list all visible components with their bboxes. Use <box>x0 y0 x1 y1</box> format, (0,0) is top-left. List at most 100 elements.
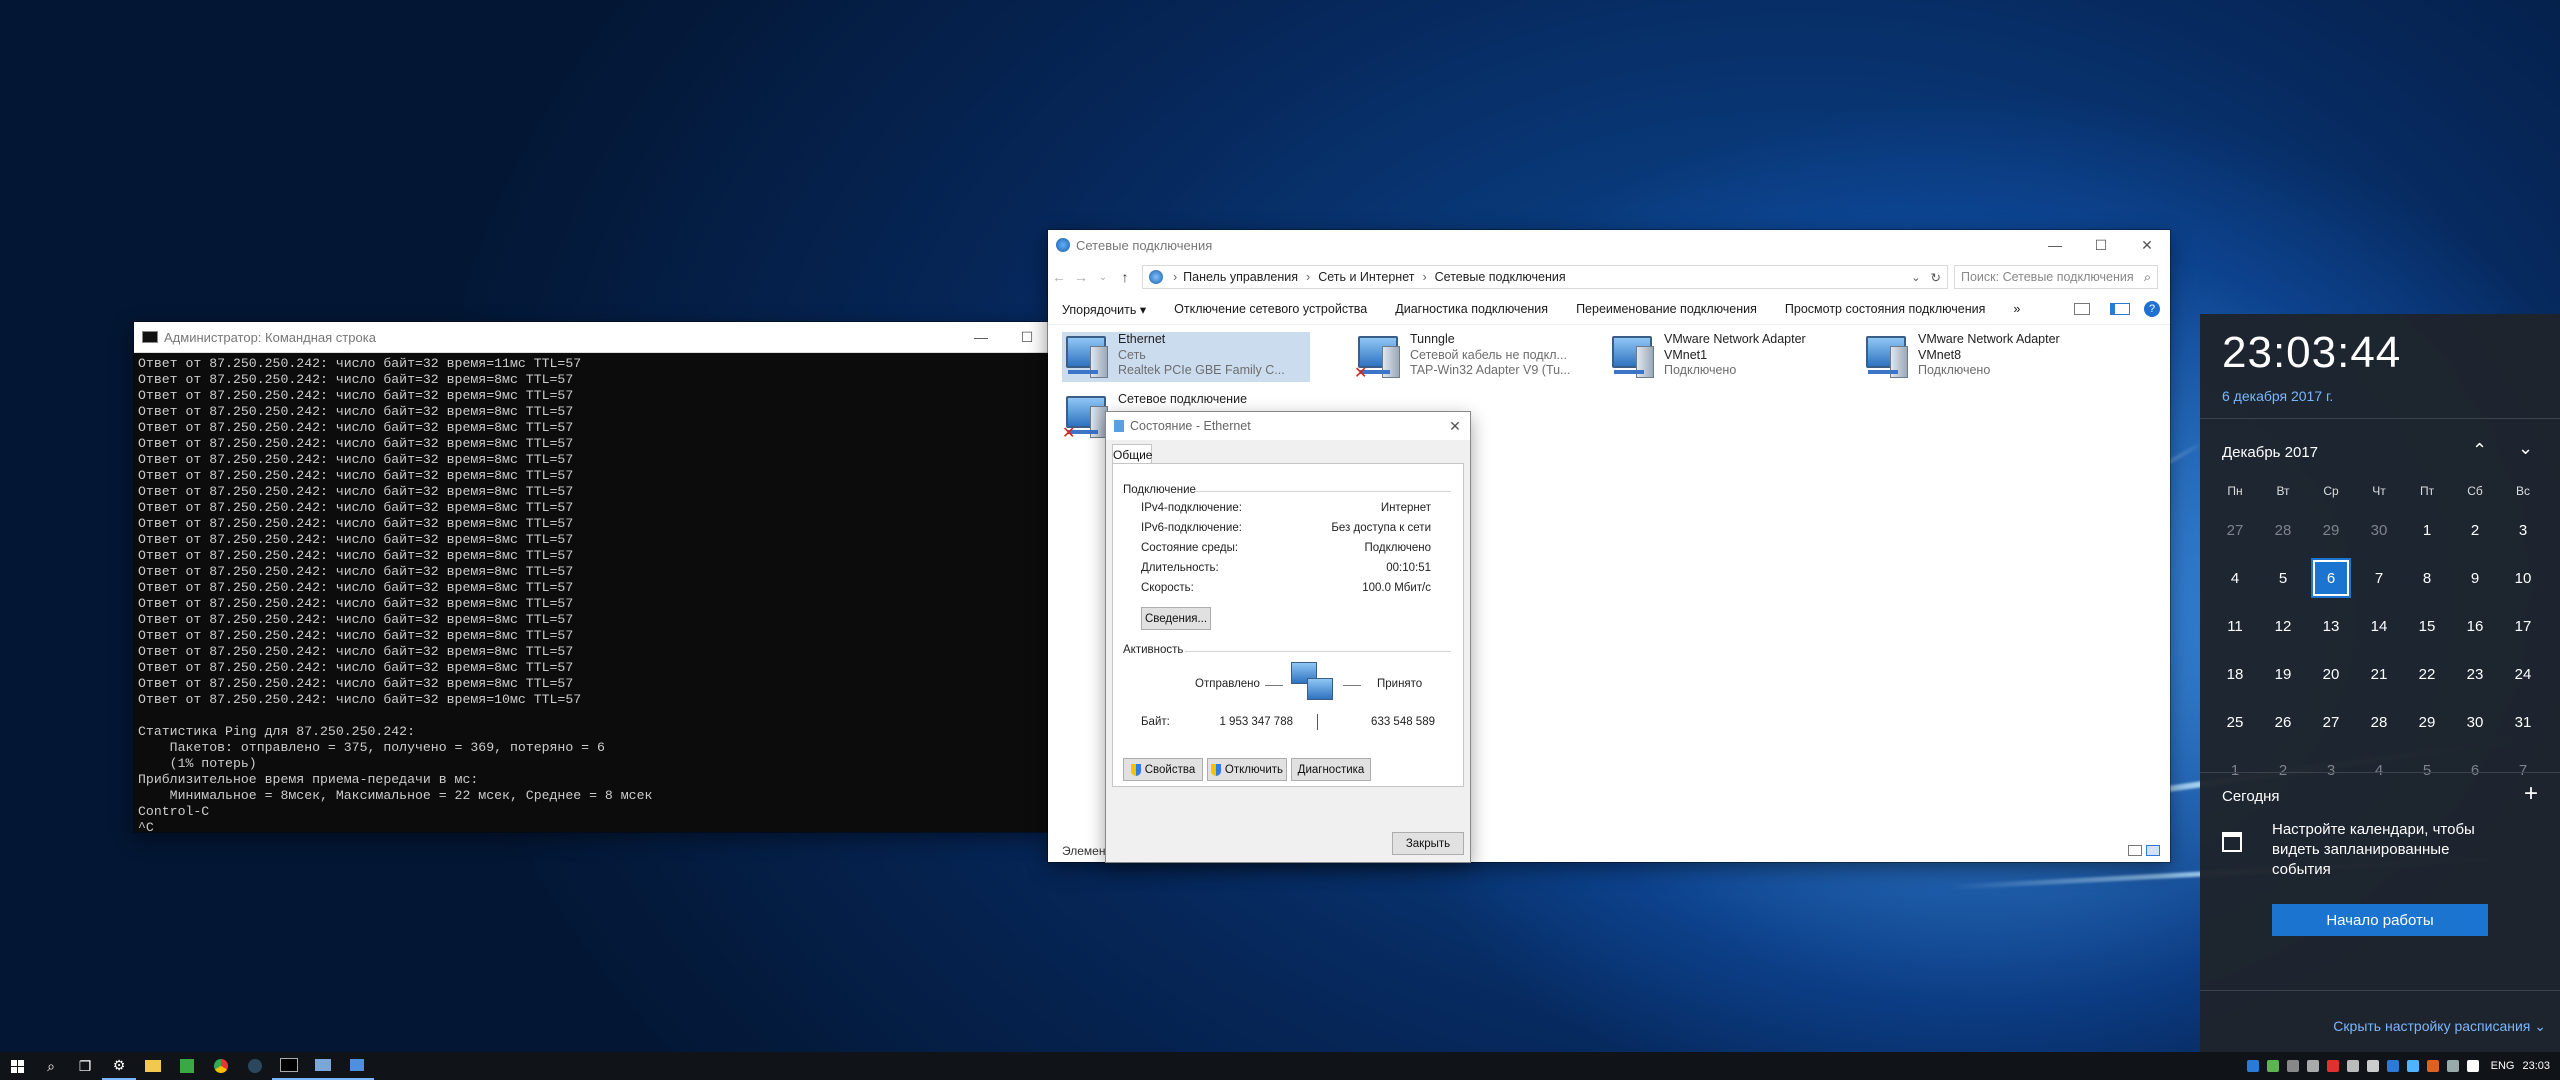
network-tray-icon[interactable] <box>2366 1060 2379 1072</box>
calendar-day[interactable]: 30 <box>2359 510 2399 550</box>
bluetooth-icon[interactable] <box>2406 1060 2419 1072</box>
calendar-day[interactable]: 3 <box>2311 750 2351 790</box>
adapter-vmnet1[interactable]: VMware Network Adapter VMnet1 Подключено <box>1608 332 1858 382</box>
calendar-day[interactable]: 9 <box>2455 558 2495 598</box>
details-view-icon[interactable] <box>2128 845 2142 856</box>
settings-gear-icon[interactable]: ⚙ <box>102 1052 136 1080</box>
app-green-icon[interactable] <box>170 1052 204 1080</box>
preview-pane-icon[interactable] <box>2110 303 2130 315</box>
calendar-day[interactable]: 4 <box>2359 750 2399 790</box>
calendar-day[interactable]: 28 <box>2263 510 2303 550</box>
previous-month-chevron-icon[interactable]: ⌃ <box>2472 440 2487 461</box>
calendar-day[interactable]: 27 <box>2311 702 2351 742</box>
breadcrumb-item[interactable]: Сеть и Интернет <box>1318 270 1414 284</box>
language-indicator[interactable]: ENG <box>2491 1060 2515 1072</box>
network-status-taskbar-icon[interactable] <box>340 1052 374 1080</box>
calendar-day[interactable]: 8 <box>2407 558 2447 598</box>
calendar-day[interactable]: 5 <box>2263 558 2303 598</box>
file-explorer-icon[interactable] <box>136 1052 170 1080</box>
calendar-day[interactable]: 2 <box>2263 750 2303 790</box>
details-button[interactable]: Сведения... <box>1141 607 1211 630</box>
tray-app-icon[interactable] <box>2446 1060 2459 1072</box>
tray-app-icon[interactable] <box>2246 1060 2259 1072</box>
breadcrumb-item[interactable]: Сетевые подключения <box>1435 270 1912 284</box>
view-status-button[interactable]: Просмотр состояния подключения <box>1771 302 1999 316</box>
calendar-day[interactable]: 4 <box>2215 558 2255 598</box>
explorer-titlebar[interactable]: Сетевые подключения — ☐ ✕ <box>1048 230 2170 260</box>
volume-icon[interactable] <box>2306 1060 2319 1072</box>
minimize-button[interactable]: — <box>958 322 1004 352</box>
steam-icon[interactable] <box>238 1052 272 1080</box>
diagnose-connection-button[interactable]: Диагностика подключения <box>1381 302 1562 316</box>
close-button[interactable]: ✕ <box>1440 411 1470 441</box>
calendar-day[interactable]: 17 <box>2503 606 2543 646</box>
more-commands-button[interactable]: » <box>1999 302 2034 316</box>
chrome-icon[interactable] <box>204 1052 238 1080</box>
search-input[interactable]: Поиск: Сетевые подключения ⌕ <box>1954 265 2158 289</box>
minimize-button[interactable]: — <box>2032 230 2078 260</box>
calendar-day[interactable]: 6 <box>2311 558 2351 598</box>
clock-date[interactable]: 6 декабря 2017 г. <box>2222 388 2333 404</box>
calendar-day[interactable]: 29 <box>2407 702 2447 742</box>
calendar-day[interactable]: 28 <box>2359 702 2399 742</box>
search-icon[interactable]: ⌕ <box>34 1052 68 1080</box>
disable-device-button[interactable]: Отключение сетевого устройства <box>1160 302 1381 316</box>
tray-app-icon[interactable] <box>2286 1060 2299 1072</box>
ethernet-status-dialog[interactable]: Состояние - Ethernet ✕ Общие Подключение… <box>1106 412 1470 862</box>
calendar-day[interactable]: 25 <box>2215 702 2255 742</box>
recent-chevron-icon[interactable]: ⌄ <box>1092 272 1114 283</box>
tray-app-icon[interactable] <box>2326 1060 2339 1072</box>
calendar-day[interactable]: 12 <box>2263 606 2303 646</box>
calendar-month-label[interactable]: Декабрь 2017 <box>2222 444 2318 461</box>
organize-button[interactable]: Упорядочить ▾ <box>1048 302 1160 317</box>
calendar-day[interactable]: 21 <box>2359 654 2399 694</box>
address-bar[interactable]: › Панель управления › Сеть и Интернет › … <box>1142 265 1948 289</box>
get-started-button[interactable]: Начало работы <box>2272 904 2488 936</box>
calendar-day[interactable]: 2 <box>2455 510 2495 550</box>
cmd-console-output[interactable]: Ответ от 87.250.250.242: число байт=32 в… <box>134 353 1050 832</box>
calendar-day[interactable]: 29 <box>2311 510 2351 550</box>
network-connections-taskbar-icon[interactable] <box>306 1052 340 1080</box>
disable-button[interactable]: Отключить <box>1207 758 1287 781</box>
calendar-day[interactable]: 27 <box>2215 510 2255 550</box>
forward-arrow-icon[interactable]: → <box>1070 269 1092 285</box>
calendar-day[interactable]: 19 <box>2263 654 2303 694</box>
rename-connection-button[interactable]: Переименование подключения <box>1562 302 1771 316</box>
calendar-day[interactable]: 16 <box>2455 606 2495 646</box>
command-prompt-icon[interactable] <box>272 1052 306 1080</box>
breadcrumb-item[interactable]: Панель управления <box>1183 270 1298 284</box>
adapter-vmnet8[interactable]: VMware Network Adapter VMnet8 Подключено <box>1862 332 2112 382</box>
tab-general[interactable]: Общие <box>1112 444 1152 465</box>
large-icons-view-icon[interactable] <box>2146 845 2160 856</box>
cmd-window[interactable]: Администратор: Командная строка — ☐ Отве… <box>134 322 1050 832</box>
tray-app-icon[interactable] <box>2426 1060 2439 1072</box>
adapter-ethernet[interactable]: Ethernet Сеть Realtek PCIe GBE Family C... <box>1062 332 1310 382</box>
close-dialog-button[interactable]: Закрыть <box>1392 832 1464 855</box>
calendar-day[interactable]: 14 <box>2359 606 2399 646</box>
calendar-day[interactable]: 5 <box>2407 750 2447 790</box>
change-view-icon[interactable] <box>2074 303 2090 315</box>
taskbar-clock[interactable]: 23:03 <box>2522 1060 2550 1072</box>
calendar-day[interactable]: 24 <box>2503 654 2543 694</box>
calendar-day[interactable]: 31 <box>2503 702 2543 742</box>
address-dropdown-icon[interactable]: ⌄ <box>1911 271 1920 284</box>
calendar-day[interactable]: 18 <box>2215 654 2255 694</box>
next-month-chevron-icon[interactable]: ⌄ <box>2518 438 2533 459</box>
diagnose-button[interactable]: Диагностика <box>1291 758 1371 781</box>
calendar-day[interactable]: 23 <box>2455 654 2495 694</box>
refresh-icon[interactable]: ↻ <box>1931 270 1941 285</box>
start-windows-icon[interactable] <box>0 1052 34 1080</box>
maximize-button[interactable]: ☐ <box>1004 322 1050 352</box>
calendar-day[interactable]: 7 <box>2359 558 2399 598</box>
calendar-day[interactable]: 30 <box>2455 702 2495 742</box>
help-icon[interactable]: ? <box>2144 301 2160 317</box>
action-center-icon[interactable] <box>2466 1060 2479 1072</box>
dialog-titlebar[interactable]: Состояние - Ethernet ✕ <box>1106 412 1470 440</box>
task-view-icon[interactable]: ❐ <box>68 1052 102 1080</box>
properties-button[interactable]: Свойства <box>1123 758 1203 781</box>
calendar-day[interactable]: 13 <box>2311 606 2351 646</box>
calendar-day[interactable]: 22 <box>2407 654 2447 694</box>
calendar-day[interactable]: 15 <box>2407 606 2447 646</box>
calendar-day[interactable]: 1 <box>2407 510 2447 550</box>
calendar-day[interactable]: 26 <box>2263 702 2303 742</box>
